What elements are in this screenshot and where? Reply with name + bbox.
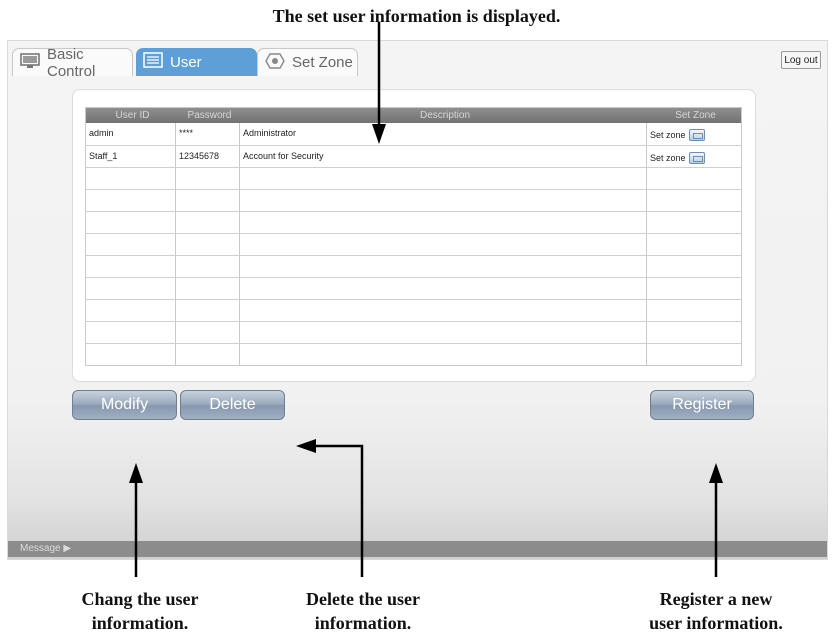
- empty-cell: [647, 234, 741, 255]
- monitor-icon: [20, 52, 40, 73]
- cell-password: ****: [176, 123, 240, 145]
- logout-button[interactable]: Log out: [781, 51, 821, 69]
- cell-set-zone: Set zone: [647, 146, 741, 167]
- empty-cell: [176, 344, 240, 365]
- table-row-empty[interactable]: [86, 189, 741, 211]
- empty-cell: [647, 190, 741, 211]
- modify-button[interactable]: Modify: [72, 390, 177, 420]
- callout-displayed: The set user information is displayed.: [272, 6, 561, 26]
- tab-label: User: [170, 53, 202, 71]
- empty-cell: [86, 234, 176, 255]
- table-header: User ID Password Description Set Zone: [86, 108, 741, 123]
- set-zone-icon[interactable]: [688, 151, 705, 164]
- callout-register: Register a new user information.: [616, 587, 816, 635]
- zone-icon: [265, 52, 285, 74]
- empty-cell: [86, 256, 176, 277]
- table-row[interactable]: admin **** Administrator Set zone: [86, 123, 741, 145]
- header-description: Description: [419, 110, 471, 121]
- cell-description: Account for Security: [240, 146, 647, 167]
- empty-cell: [86, 300, 176, 321]
- set-zone-icon[interactable]: [688, 129, 705, 141]
- empty-cell: [176, 212, 240, 233]
- table-row-empty[interactable]: [86, 343, 741, 365]
- cell-description: Administrator: [240, 123, 647, 145]
- empty-cell: [176, 168, 240, 189]
- empty-cell: [240, 256, 647, 277]
- empty-cell: [86, 278, 176, 299]
- empty-cell: [176, 300, 240, 321]
- empty-cell: [647, 278, 741, 299]
- empty-cell: [86, 190, 176, 211]
- empty-cell: [86, 168, 176, 189]
- empty-cell: [647, 212, 741, 233]
- empty-cell: [240, 234, 647, 255]
- callout-register-line1: Register a new: [659, 589, 773, 609]
- table-row-empty[interactable]: [86, 321, 741, 343]
- header-password: Password: [187, 110, 232, 121]
- cell-password: 12345678: [176, 146, 240, 167]
- tab-user[interactable]: User: [136, 48, 257, 76]
- empty-cell: [240, 190, 647, 211]
- empty-cell: [647, 322, 741, 343]
- header-user-id: User ID: [115, 110, 150, 121]
- user-table: User ID Password Description Set Zone ad…: [85, 107, 742, 366]
- empty-cell: [176, 234, 240, 255]
- callout-delete: Delete the user information.: [263, 587, 463, 635]
- empty-cell: [240, 168, 647, 189]
- tab-label: Basic Control: [47, 45, 96, 80]
- table-row-empty[interactable]: [86, 233, 741, 255]
- callout-modify: Chang the user information.: [40, 587, 240, 635]
- table-row-empty[interactable]: [86, 299, 741, 321]
- empty-cell: [240, 344, 647, 365]
- empty-cell: [647, 256, 741, 277]
- empty-cell: [647, 168, 741, 189]
- empty-cell: [647, 300, 741, 321]
- callout-delete-line1: Delete the user: [306, 589, 420, 609]
- empty-cell: [647, 344, 741, 365]
- callout-modify-line2: information.: [91, 613, 189, 633]
- table-row-empty[interactable]: [86, 211, 741, 233]
- header-set-zone: Set Zone: [675, 110, 716, 121]
- register-button[interactable]: Register: [650, 390, 754, 420]
- user-list-icon: [143, 52, 163, 72]
- empty-cell: [176, 278, 240, 299]
- empty-cell: [86, 322, 176, 343]
- empty-cell: [240, 300, 647, 321]
- empty-cell: [240, 322, 647, 343]
- empty-cell: [176, 256, 240, 277]
- table-row[interactable]: Staff_1 12345678 Account for Security Se…: [86, 145, 741, 167]
- set-zone-label: Set zone: [650, 130, 686, 140]
- tab-label: Set Zone: [292, 54, 353, 71]
- tab-set-zone[interactable]: Set Zone: [257, 48, 358, 76]
- callout-delete-line2: information.: [314, 613, 412, 633]
- empty-cell: [176, 322, 240, 343]
- table-row-empty[interactable]: [86, 277, 741, 299]
- cell-user-id: Staff_1: [86, 146, 176, 167]
- cell-user-id: admin: [86, 123, 176, 145]
- callout-modify-line1: Chang the user: [81, 589, 199, 609]
- message-bar: Message ▶: [8, 541, 827, 557]
- table-row-empty[interactable]: [86, 167, 741, 189]
- delete-button[interactable]: Delete: [180, 390, 285, 420]
- cell-set-zone: Set zone: [647, 123, 741, 145]
- empty-cell: [86, 212, 176, 233]
- empty-cell: [240, 212, 647, 233]
- set-zone-label: Set zone: [650, 152, 686, 163]
- table-row-empty[interactable]: [86, 255, 741, 277]
- empty-cell: [86, 344, 176, 365]
- callout-register-line2: user information.: [649, 613, 783, 633]
- tab-basic-control[interactable]: Basic Control: [12, 46, 133, 80]
- empty-cell: [176, 190, 240, 211]
- empty-cell: [240, 278, 647, 299]
